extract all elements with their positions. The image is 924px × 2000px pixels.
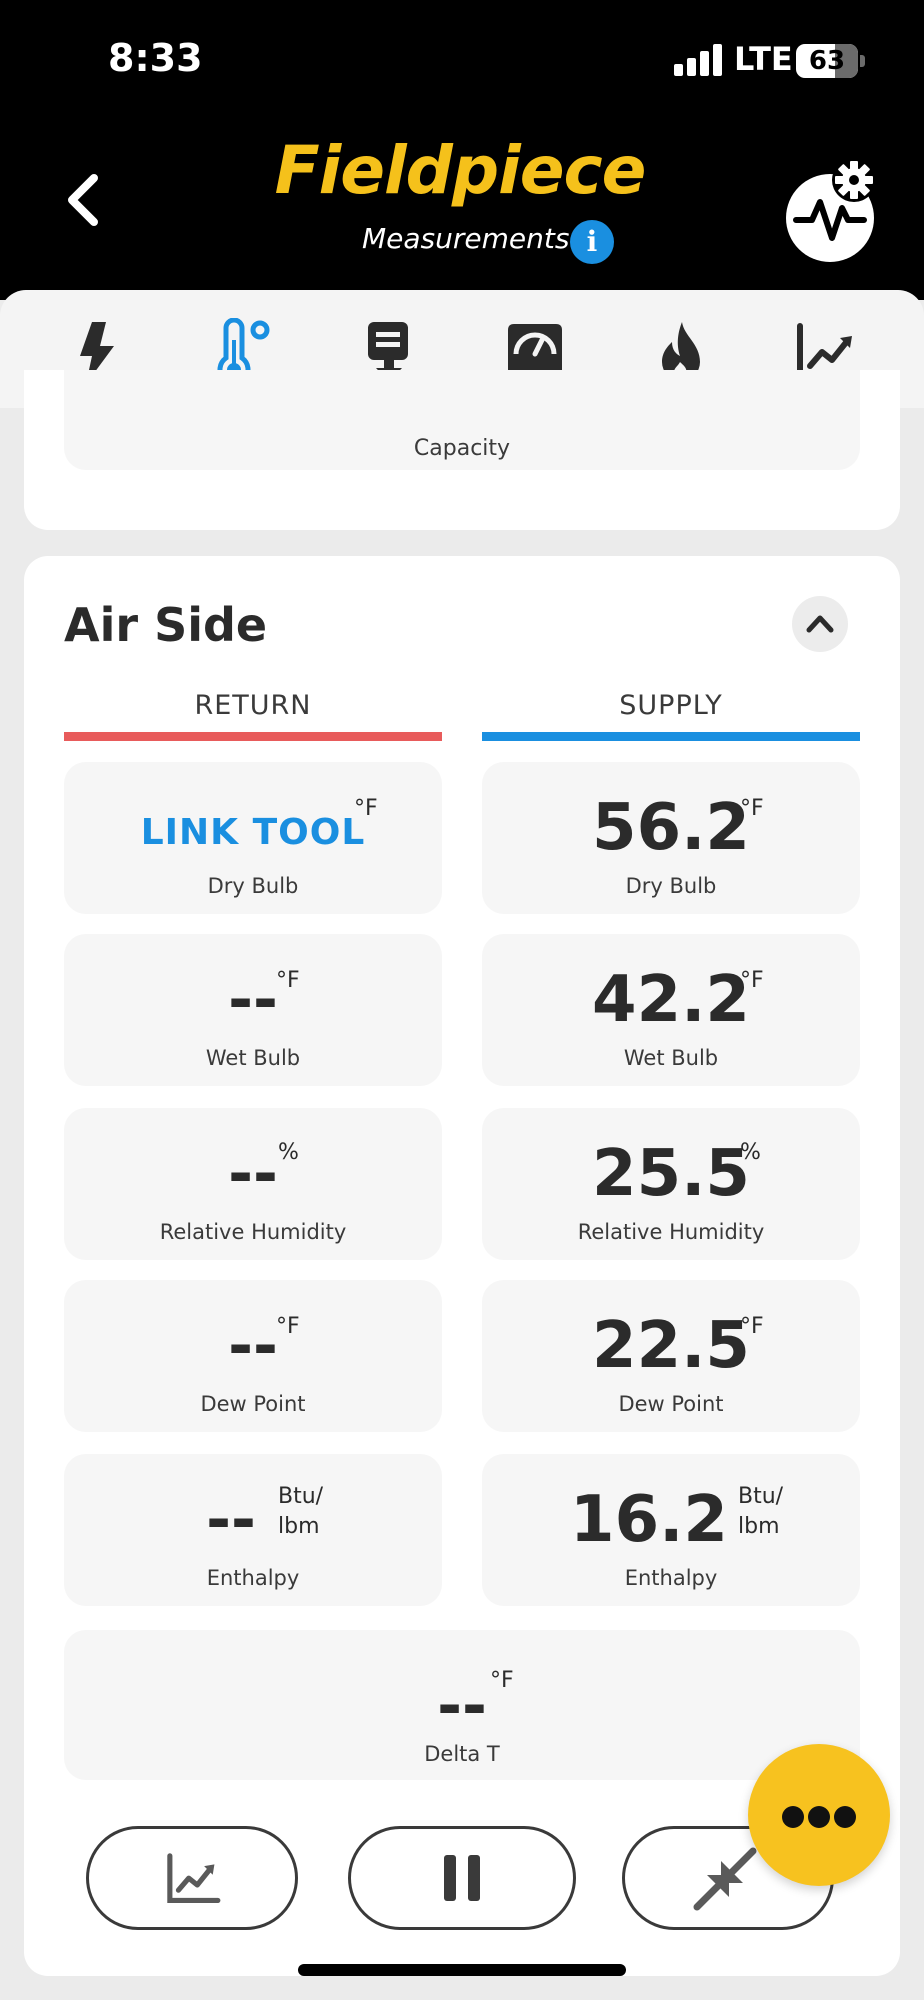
home-indicator	[298, 1964, 626, 1976]
unit-label: %	[278, 1140, 299, 1165]
unit-label: %	[740, 1140, 761, 1165]
return-indicator-bar	[64, 732, 442, 741]
unit-label: lbm	[738, 1514, 780, 1539]
measurement-label: Delta T	[424, 1742, 500, 1766]
unit-label: °F	[490, 1668, 514, 1693]
back-button[interactable]	[60, 170, 110, 230]
graph-button[interactable]	[86, 1826, 298, 1930]
measurement-value: --	[228, 1311, 278, 1381]
section-title: Air Side	[64, 598, 268, 652]
measurement-label: Enthalpy	[624, 1566, 718, 1590]
air-side-card: Air Side RETURN SUPPLY LINK TOOL °F Dry …	[24, 556, 900, 1976]
measurement-value: --	[437, 1671, 487, 1741]
measurement-label: Dry Bulb	[625, 874, 717, 898]
measurement-label: Wet Bulb	[623, 1046, 719, 1070]
battery-nub	[860, 55, 865, 67]
unit-label: °F	[276, 1314, 300, 1339]
header-bar: 8:33 LTE 63 Fieldpiece Measurements i	[0, 0, 924, 300]
measurement-value: 16.2	[570, 1483, 728, 1557]
diagnostics-settings-button[interactable]	[782, 158, 892, 268]
supply-relative-humidity-tile[interactable]: 25.5 % Relative Humidity	[482, 1108, 860, 1260]
pause-icon	[444, 1855, 480, 1901]
return-dry-bulb-tile[interactable]: LINK TOOL °F Dry Bulb	[64, 762, 442, 914]
measurement-label: Dew Point	[200, 1392, 306, 1416]
unit-label: °F	[276, 968, 300, 993]
measurement-label: Enthalpy	[206, 1566, 300, 1590]
supply-enthalpy-tile[interactable]: 16.2 Btu/ lbm Enthalpy	[482, 1454, 860, 1606]
supply-dry-bulb-tile[interactable]: 56.2 °F Dry Bulb	[482, 762, 860, 914]
unit-label: °F	[354, 796, 378, 821]
measurement-label: Relative Humidity	[159, 1220, 347, 1244]
more-options-button[interactable]	[748, 1744, 890, 1886]
pulse-gear-icon	[786, 158, 876, 262]
capacity-label: Capacity	[413, 436, 511, 461]
measurement-label: Dry Bulb	[207, 874, 299, 898]
measurement-value: --	[206, 1485, 256, 1555]
return-relative-humidity-tile[interactable]: -- % Relative Humidity	[64, 1108, 442, 1260]
measurement-value: 42.2	[592, 963, 750, 1037]
info-button[interactable]: i	[570, 220, 614, 264]
measurement-label: Wet Bulb	[205, 1046, 301, 1070]
measurement-value: --	[228, 965, 278, 1035]
unit-label: °F	[740, 796, 764, 821]
pause-button[interactable]	[348, 1826, 576, 1930]
chart-icon	[167, 1853, 221, 1903]
measurement-label: Relative Humidity	[577, 1220, 765, 1244]
return-wet-bulb-tile[interactable]: -- °F Wet Bulb	[64, 934, 442, 1086]
measurement-value: 56.2	[592, 791, 750, 865]
supply-dew-point-tile[interactable]: 22.5 °F Dew Point	[482, 1280, 860, 1432]
measurement-value: --	[228, 1139, 278, 1209]
status-time: 8:33	[108, 36, 203, 80]
network-label: LTE	[734, 40, 793, 78]
unit-label: Btu/	[278, 1484, 324, 1509]
link-tool-label[interactable]: LINK TOOL	[64, 812, 442, 853]
page-subtitle: Measurements	[362, 222, 570, 255]
unit-label: °F	[740, 1314, 764, 1339]
battery-level: 63	[808, 46, 846, 76]
unit-label: Btu/	[738, 1484, 784, 1509]
return-dew-point-tile[interactable]: -- °F Dew Point	[64, 1280, 442, 1432]
battery-icon: 63	[796, 44, 858, 78]
supply-wet-bulb-tile[interactable]: 42.2 °F Wet Bulb	[482, 934, 860, 1086]
return-enthalpy-tile[interactable]: -- Btu/ lbm Enthalpy	[64, 1454, 442, 1606]
capacity-card: Capacity	[24, 370, 900, 530]
measurement-value: 25.5	[592, 1137, 750, 1211]
collapse-section-button[interactable]	[792, 596, 848, 652]
chevron-up-icon	[806, 615, 834, 633]
measurement-label: Dew Point	[618, 1392, 724, 1416]
supply-column-header: SUPPLY	[619, 690, 723, 721]
return-column-header: RETURN	[194, 690, 312, 721]
collapse-arrows-icon	[693, 1847, 757, 1911]
signal-icon	[674, 44, 722, 76]
measurement-value: 22.5	[592, 1309, 750, 1383]
chevron-left-icon	[68, 174, 98, 226]
brand-logo: Fieldpiece	[274, 132, 647, 209]
capacity-tile[interactable]: Capacity	[64, 370, 860, 470]
supply-indicator-bar	[482, 732, 860, 741]
delta-t-tile[interactable]: -- °F Delta T	[64, 1630, 860, 1780]
unit-label: °F	[740, 968, 764, 993]
unit-label: lbm	[278, 1514, 320, 1539]
